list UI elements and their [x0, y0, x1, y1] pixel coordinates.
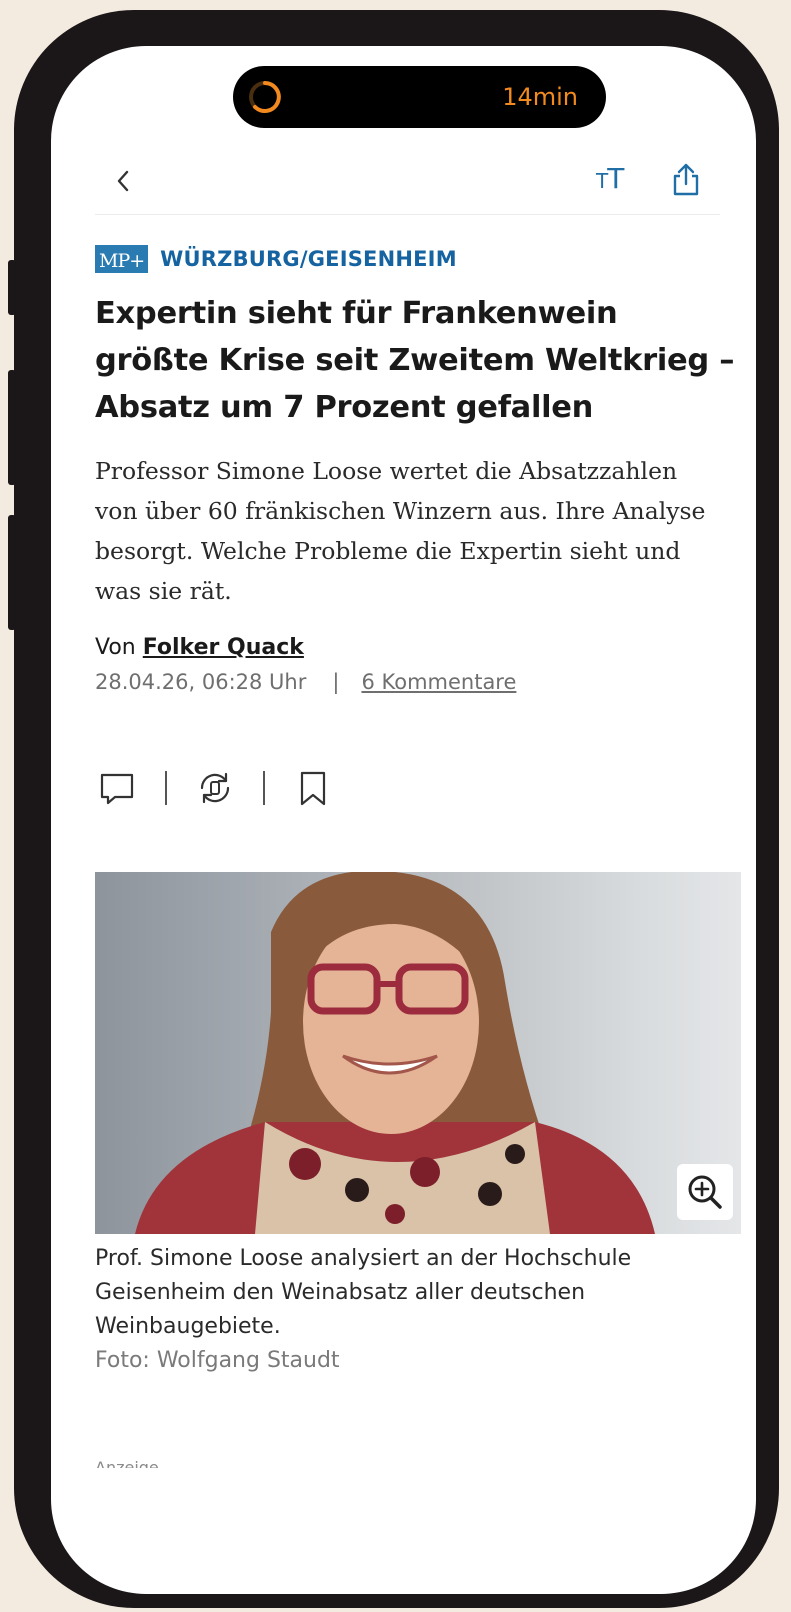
article-actions: [95, 766, 335, 810]
side-button: [8, 260, 16, 315]
action-divider: [165, 771, 167, 805]
action-divider: [263, 771, 265, 805]
phone-frame: 14min TT MP+ WÜRZBURG/GEISENHEIM Experti…: [8, 10, 779, 1608]
photo-credit: Foto: Wolfgang Staudt: [95, 1348, 340, 1373]
volume-down-button: [8, 515, 16, 630]
publish-date: 28.04.26, 06:28 Uhr: [95, 670, 307, 694]
kicker-location[interactable]: WÜRZBURG/GEISENHEIM: [160, 247, 457, 271]
screen: 14min TT MP+ WÜRZBURG/GEISENHEIM Experti…: [51, 46, 756, 1594]
text-size-small-glyph: T: [596, 169, 608, 193]
toolbar-divider: [95, 214, 720, 215]
article-toolbar: TT: [51, 156, 756, 206]
text-size-button[interactable]: TT: [596, 162, 624, 195]
meta-separator: |: [332, 670, 340, 694]
back-chevron-icon[interactable]: [111, 164, 135, 198]
kicker: MP+ WÜRZBURG/GEISENHEIM: [95, 242, 735, 276]
article-meta: 28.04.26, 06:28 Uhr | 6 Kommentare: [95, 670, 735, 694]
byline-prefix: Von: [95, 635, 136, 660]
byline: Von Folker Quack: [95, 635, 735, 660]
bookmark-icon[interactable]: [291, 766, 335, 810]
article-headline: Expertin sieht für Frankenwein größte Kr…: [95, 296, 735, 425]
timer-label: 14min: [502, 83, 578, 111]
timer-ring-icon: [249, 81, 281, 113]
photo-caption: Prof. Simone Loose analysiert an der Hoc…: [95, 1246, 632, 1339]
author-link[interactable]: Folker Quack: [143, 635, 304, 660]
dynamic-island: 14min: [233, 66, 606, 128]
audio-refresh-icon[interactable]: [193, 766, 237, 810]
article-header: MP+ WÜRZBURG/GEISENHEIM Expertin sieht f…: [95, 242, 735, 694]
article-photo[interactable]: [95, 872, 741, 1234]
text-size-big-glyph: T: [607, 162, 624, 195]
zoom-in-icon: [688, 1175, 722, 1209]
volume-up-button: [8, 370, 16, 485]
ad-label: Anzeige: [95, 1458, 159, 1468]
comment-icon[interactable]: [95, 766, 139, 810]
comments-link[interactable]: 6 Kommentare: [361, 670, 516, 694]
article-teaser: Professor Simone Loose wertet die Absatz…: [95, 457, 706, 605]
photo-caption-block: Prof. Simone Loose analysiert an der Hoc…: [95, 1242, 720, 1378]
portrait-illustration: [135, 872, 655, 1234]
mp-plus-badge: MP+: [95, 245, 149, 273]
zoom-button[interactable]: [677, 1164, 733, 1220]
share-icon[interactable]: [666, 160, 706, 200]
